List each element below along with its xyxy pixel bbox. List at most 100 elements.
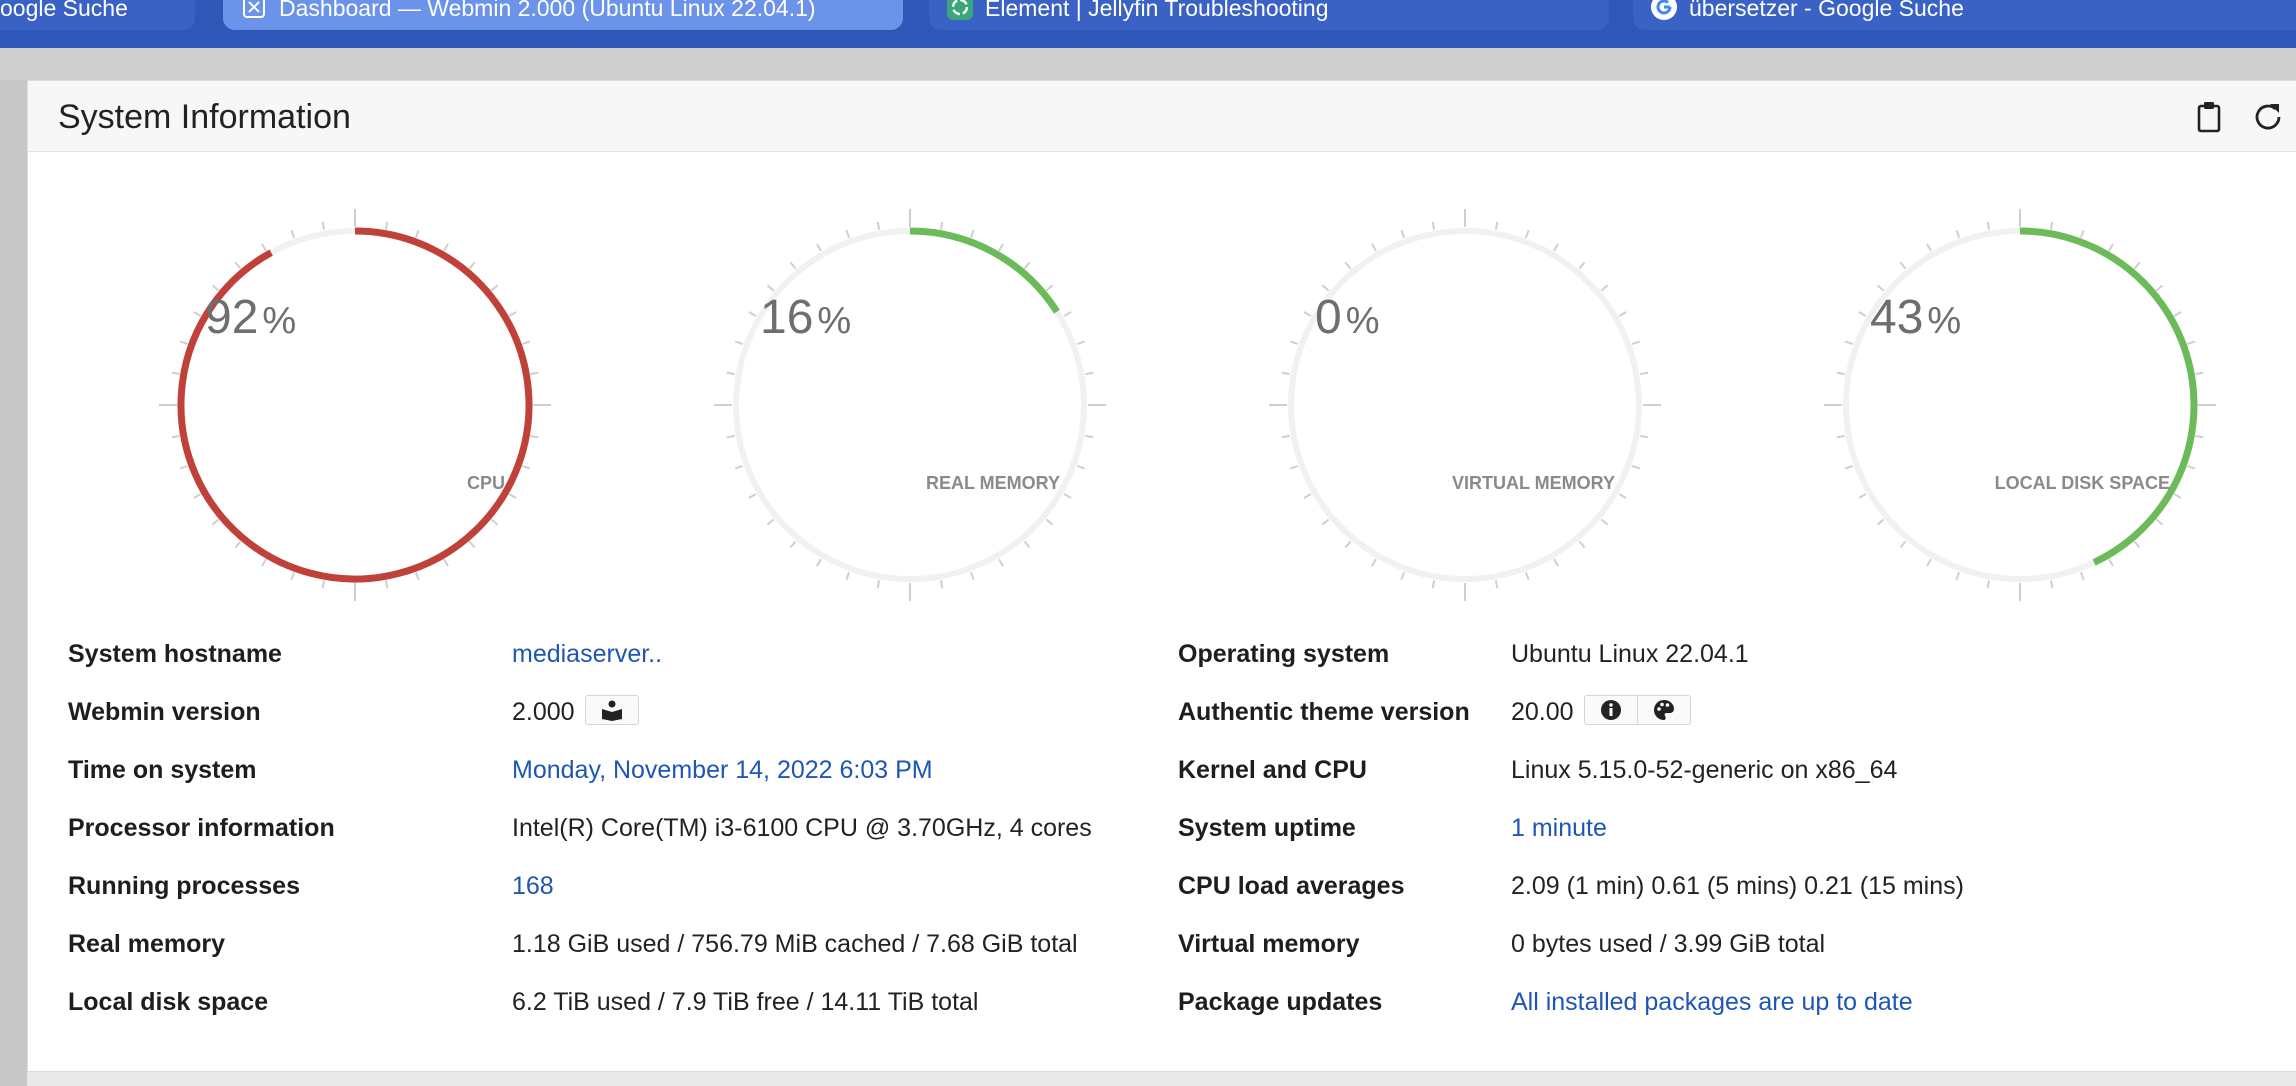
gauge-tick [1023,540,1031,549]
panel-header: System Information [28,81,2296,152]
row-system-hostname: System hostname mediaserver.. [68,640,1148,680]
info-label: Running processes [68,872,300,900]
gauge-tick [1836,434,1845,439]
gauge-tick [2079,571,2085,581]
gauge-tick [193,311,202,317]
gauge-tick [1076,464,1086,470]
gauge-tick [179,464,189,470]
gauge-number: 16 [760,291,814,344]
gauge-tick [998,243,1004,252]
gauge-tick [1986,580,1991,589]
gauge-value-arc [909,227,1060,314]
gauge-tick [1076,340,1086,346]
gauge-tick [1524,571,1530,581]
gauge-tick [1836,371,1845,376]
info-label: Package updates [1178,988,1383,1016]
gauge-tick [468,540,476,549]
gauge-tick [1400,229,1406,239]
gauge-tick [1045,518,1054,526]
info-value: Ubuntu Linux 22.04.1 [1511,640,1749,668]
gauge-tick [290,229,296,239]
info-value: Linux 5.15.0-52-generic on x86_64 [1511,756,1898,784]
gauge-tick [521,464,531,470]
theme-version-value: 20.00 [1511,698,1574,726]
gauge-tick [1955,571,1961,581]
info-value: 2.000 [512,695,639,728]
gauge-tick [1553,558,1559,567]
gauge-tick [816,243,822,252]
gauge-tick [1899,540,1907,549]
gauge-tick [789,540,797,549]
tab-element-jellyfin[interactable]: Element | Jellyfin Troubleshooting [929,0,1609,30]
info-value: Intel(R) Core(TM) i3-6100 CPU @ 3.70GHz,… [512,814,1092,842]
clipboard-icon[interactable] [2191,99,2227,135]
local-disk-space-gauge-dial [1824,209,2216,601]
gauge-tick [1899,261,1907,270]
gauge-tick [1640,371,1649,376]
info-icon[interactable] [1585,696,1637,724]
virtual-memory-gauge-label: VIRTUAL MEMORY [1451,473,1615,493]
gauge-tick [766,518,775,526]
gauge-tick [748,493,757,499]
gauge-tick [1876,518,1885,526]
panel-title: System Information [58,98,351,136]
palette-icon[interactable] [1636,696,1690,725]
gauge-tick [490,284,499,292]
row-package-updates: Package updates All installed packages a… [1178,988,2278,1028]
gauge-tick [1289,340,1299,346]
time-on-system-link[interactable]: Monday, November 14, 2022 6:03 PM [512,756,933,785]
gauge-tick [1045,284,1054,292]
element-favicon-icon [947,0,973,20]
hostname-link[interactable]: mediaserver.. [512,640,662,669]
gauge-tick [1986,221,1991,230]
gauge-tick [1400,571,1406,581]
gauge-unit: % [817,300,852,342]
tab-google-search[interactable]: oogle Suche [0,0,195,30]
gauge-tick [1344,261,1352,270]
local-disk-space-gauge-value: 43% [1870,290,1961,345]
cpu-gauge-dial [159,209,551,601]
gauge-tick [234,261,242,270]
gauge-tick [2108,243,2114,252]
package-updates-link[interactable]: All installed packages are up to date [1511,988,1913,1017]
gauge-tick [939,221,944,230]
local-disk-space-gauge-label: LOCAL DISK SPACE [1994,473,2170,493]
gauge-tick [1844,340,1854,346]
webmin-favicon-icon [241,0,267,20]
cpu-gauge-value: 92% [205,290,296,345]
gauge-tick [1063,493,1072,499]
real-memory-gauge: 16% REAL MEMORY [710,205,1110,605]
gauge-tick [1578,540,1586,549]
row-virtual-memory: Virtual memory 0 bytes used / 3.99 GiB t… [1178,930,2278,970]
gauge-tick [1431,221,1436,230]
gauge-tick [171,434,180,439]
gauge-tick [530,371,539,376]
gauge-tick [384,221,389,230]
gauge-tick [1600,284,1609,292]
gauge-tick [2173,311,2182,317]
refresh-icon[interactable] [2250,99,2286,135]
cpu-gauge: 92% CPU [155,205,555,605]
running-processes-link[interactable]: 168 [512,872,554,901]
theme-buttons [1583,695,1691,726]
gauge-tick [748,311,757,317]
tab-webmin-dashboard[interactable]: Dashboard — Webmin 2.000 (Ubuntu Linux 2… [223,0,903,30]
gauge-tick [1431,580,1436,589]
gauge-tick [1858,493,1867,499]
webmin-changelog-button[interactable] [584,695,639,726]
row-time-on-system: Time on system Monday, November 14, 2022… [68,756,1148,796]
row-system-uptime: System uptime 1 minute [1178,814,2278,854]
gauge-tick [1600,518,1609,526]
gauge-tick [1281,371,1290,376]
gauge-tick [1553,243,1559,252]
system-uptime-link[interactable]: 1 minute [1511,814,1607,843]
local-disk-space-gauge: 43% LOCAL DISK SPACE [1820,205,2220,605]
info-value: 6.2 TiB used / 7.9 TiB free / 14.11 TiB … [512,988,979,1016]
gauge-tick [1344,540,1352,549]
gauge-tick [969,571,975,581]
gauge-tick [1524,229,1530,239]
info-label: Real memory [68,930,226,958]
tab-translator-google-search[interactable]: übersetzer - Google Suche [1633,0,2296,30]
gauge-tick [876,580,881,589]
gauge-tick [2195,371,2204,376]
